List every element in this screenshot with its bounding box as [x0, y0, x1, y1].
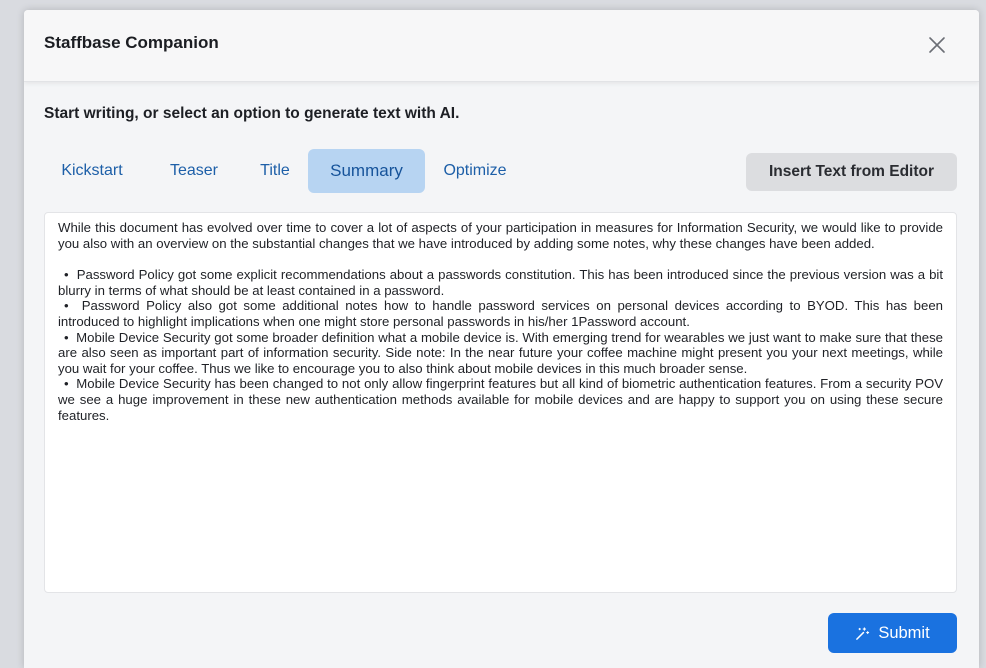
submit-label: Submit [878, 623, 930, 642]
magic-wand-icon [856, 626, 870, 640]
tab-kickstart[interactable]: Kickstart [48, 149, 136, 193]
list-item: Mobile Device Security has been changed … [58, 376, 943, 423]
tab-optimize[interactable]: Optimize [432, 149, 518, 193]
submit-button[interactable]: Submit [828, 613, 957, 653]
bullet-text: Mobile Device Security got some broader … [58, 329, 943, 376]
tab-teaser[interactable]: Teaser [156, 149, 232, 193]
close-icon [929, 37, 945, 53]
list-item: Mobile Device Security got some broader … [58, 330, 943, 377]
staffbase-companion-dialog: Staffbase Companion Start writing, or se… [24, 10, 979, 668]
dialog-title: Staffbase Companion [44, 33, 219, 52]
tab-title[interactable]: Title [250, 149, 300, 193]
instruction-text: Start writing, or select an option to ge… [44, 105, 460, 122]
list-item: Password Policy also got some additional… [58, 298, 943, 329]
bullet-text: Mobile Device Security has been changed … [58, 376, 943, 423]
tab-summary[interactable]: Summary [308, 149, 425, 193]
dialog-header: Staffbase Companion [24, 10, 979, 82]
editor-bullet-list: Password Policy got some explicit recomm… [58, 267, 943, 423]
close-button[interactable] [922, 30, 952, 60]
insert-text-from-editor-button[interactable]: Insert Text from Editor [746, 153, 957, 191]
list-item: Password Policy got some explicit recomm… [58, 267, 943, 298]
editor-intro-paragraph: While this document has evolved over tim… [58, 220, 943, 251]
bullet-text: Password Policy got some explicit recomm… [58, 267, 944, 298]
text-editor[interactable]: While this document has evolved over tim… [44, 212, 957, 593]
bullet-text: Password Policy also got some additional… [58, 298, 943, 329]
